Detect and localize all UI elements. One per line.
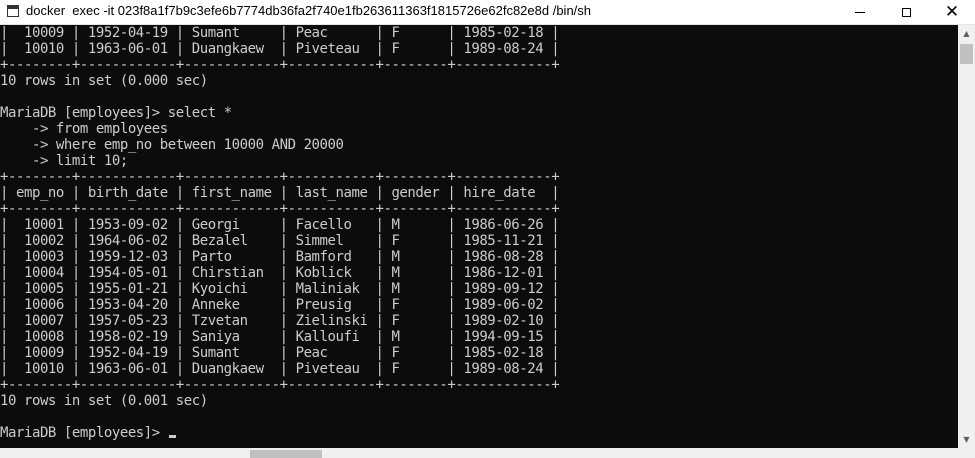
console-app-icon <box>7 5 19 17</box>
terminal-output[interactable]: | 10009 | 1952-04-19 | Sumant | Peac | F… <box>0 25 958 448</box>
terminal-line-text: | 10009 | 1952-04-19 | Sumant | Peac | F… <box>0 345 560 361</box>
terminal-line: | 10003 | 1959-12-03 | Parto | Bamford |… <box>0 249 560 265</box>
terminal-line-text: | 10009 | 1952-04-19 | Sumant | Peac | F… <box>0 25 560 41</box>
terminal-line-text: | 10008 | 1958-02-19 | Saniya | Kalloufi… <box>0 329 560 345</box>
vertical-scroll-thumb[interactable] <box>960 44 973 64</box>
terminal-line-text: | 10002 | 1964-06-02 | Bezalel | Simmel … <box>0 233 560 249</box>
terminal-line-text: MariaDB [employees]> select * <box>0 105 232 121</box>
close-button[interactable]: ✕ <box>929 0 975 24</box>
terminal-line: | 10005 | 1955-01-21 | Kyoichi | Malinia… <box>0 281 560 297</box>
terminal-line-text: +--------+------------+------------+----… <box>0 377 560 393</box>
window-title: docker exec -it 023f8a1f7b9c3efe6b7774db… <box>26 3 592 18</box>
maximize-button[interactable] <box>883 0 929 24</box>
terminal-line-text: | 10010 | 1963-06-01 | Duangkaew | Pivet… <box>0 361 560 377</box>
terminal-line: | 10010 | 1963-06-01 | Duangkaew | Pivet… <box>0 41 560 57</box>
scroll-down-arrow-icon[interactable]: ▼ <box>958 431 975 448</box>
terminal-line: +--------+------------+------------+----… <box>0 57 560 73</box>
maximize-icon <box>901 7 911 17</box>
terminal-line: -> limit 10; <box>0 153 559 169</box>
terminal-line-text: +--------+------------+------------+----… <box>0 57 560 73</box>
text-cursor <box>168 435 176 438</box>
title-bar: docker exec -it 023f8a1f7b9c3efe6b7774db… <box>0 0 975 25</box>
terminal-line-text: | 10010 | 1963-06-01 | Duangkaew | Pivet… <box>0 41 560 57</box>
minimize-button[interactable] <box>837 0 883 24</box>
close-icon: ✕ <box>944 1 960 22</box>
terminal-line: | 10001 | 1953-09-02 | Georgi | Facello … <box>0 217 560 233</box>
terminal-line: | 10009 | 1952-04-19 | Sumant | Peac | F… <box>0 25 560 41</box>
terminal-line-text: +--------+------------+------------+----… <box>0 201 560 217</box>
terminal-line: | emp_no | birth_date | first_name | las… <box>0 185 560 201</box>
terminal-line-text: | 10001 | 1953-09-02 | Georgi | Facello … <box>0 217 560 233</box>
terminal-lines: | 10009 | 1952-04-19 | Sumant | Peac | F… <box>0 25 560 441</box>
terminal-line: 10 rows in set (0.000 sec) <box>0 73 559 89</box>
terminal-line: +--------+------------+------------+----… <box>0 169 560 185</box>
terminal-line: | 10004 | 1954-05-01 | Chirstian | Kobli… <box>0 265 560 281</box>
terminal-line: | 10002 | 1964-06-02 | Bezalel | Simmel … <box>0 233 560 249</box>
terminal-line: MariaDB [employees]> select * <box>0 105 559 121</box>
terminal-line: | 10007 | 1957-05-23 | Tzvetan | Zielins… <box>0 313 560 329</box>
terminal-line-text: -> where emp_no between 10000 AND 20000 <box>0 137 344 153</box>
terminal-line: +--------+------------+------------+----… <box>0 377 560 393</box>
terminal-line-text: | emp_no | birth_date | first_name | las… <box>0 185 560 201</box>
terminal-line-text: +--------+------------+------------+----… <box>0 169 560 185</box>
terminal-line: | 10006 | 1953-04-20 | Anneke | Preusig … <box>0 297 560 313</box>
terminal-line-text: -> from employees <box>0 121 168 137</box>
terminal-line-text: -> limit 10; <box>0 153 128 169</box>
terminal-line: MariaDB [employees]> <box>0 425 559 441</box>
terminal-line: | 10009 | 1952-04-19 | Sumant | Peac | F… <box>0 345 560 361</box>
terminal-line-text: MariaDB [employees]> <box>0 425 168 441</box>
minimize-icon <box>855 11 865 13</box>
terminal-line-text: 10 rows in set (0.001 sec) <box>0 393 208 409</box>
horizontal-scroll-thumb[interactable] <box>250 450 322 458</box>
scroll-up-arrow-icon[interactable]: ▲ <box>958 25 975 42</box>
terminal-line: -> where emp_no between 10000 AND 20000 <box>0 137 559 153</box>
terminal-line: | 10010 | 1963-06-01 | Duangkaew | Pivet… <box>0 361 560 377</box>
terminal-line-text: | 10006 | 1953-04-20 | Anneke | Preusig … <box>0 297 560 313</box>
terminal-line-text: | 10004 | 1954-05-01 | Chirstian | Kobli… <box>0 265 560 281</box>
terminal-line: -> from employees <box>0 121 559 137</box>
terminal-line-text: | 10003 | 1959-12-03 | Parto | Bamford |… <box>0 249 560 265</box>
horizontal-scrollbar[interactable] <box>0 448 975 458</box>
vertical-scrollbar[interactable]: ▲ ▼ <box>958 25 975 448</box>
terminal-line: +--------+------------+------------+----… <box>0 201 560 217</box>
terminal-line-text: 10 rows in set (0.000 sec) <box>0 73 208 89</box>
terminal-line: | 10008 | 1958-02-19 | Saniya | Kalloufi… <box>0 329 560 345</box>
terminal-line-text: | 10007 | 1957-05-23 | Tzvetan | Zielins… <box>0 313 560 329</box>
terminal-line-text: | 10005 | 1955-01-21 | Kyoichi | Malinia… <box>0 281 560 297</box>
terminal-line: 10 rows in set (0.001 sec) <box>0 393 559 409</box>
